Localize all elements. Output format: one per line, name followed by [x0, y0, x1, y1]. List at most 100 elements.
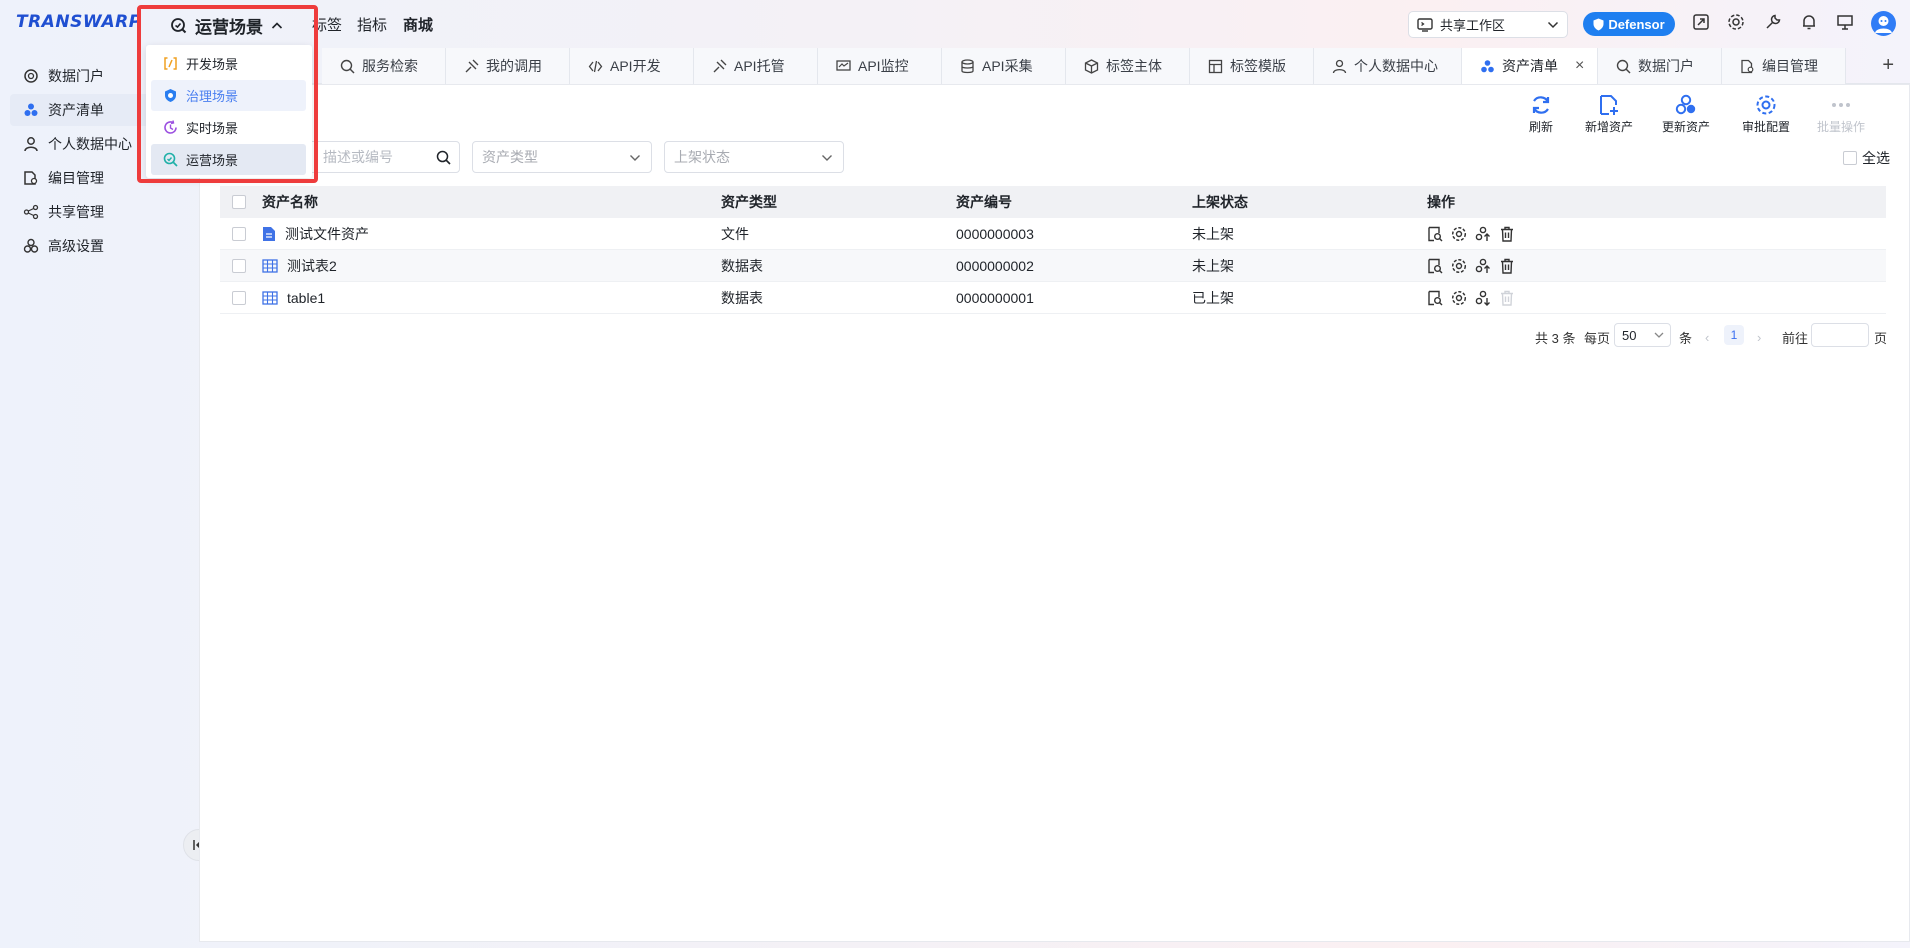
page-suffix: 页	[1874, 330, 1888, 346]
settings-cluster-icon	[23, 238, 39, 254]
listing-status: 未上架	[1192, 226, 1234, 242]
asset-code: 0000000001	[956, 290, 1034, 306]
gear-icon[interactable]	[1451, 226, 1467, 242]
asset-name[interactable]: 测试表2	[287, 256, 337, 276]
avatar[interactable]	[1871, 11, 1896, 36]
monitor-icon	[836, 59, 851, 74]
more-dots-icon	[1830, 94, 1852, 116]
send-icon[interactable]	[1692, 13, 1710, 31]
publish-icon[interactable]	[1475, 258, 1491, 274]
tab-tag-subject[interactable]: 标签主体	[1066, 48, 1190, 84]
asset-icon	[23, 102, 39, 118]
trash-icon[interactable]	[1499, 226, 1515, 242]
sidebar: 数据门户 资产清单 个人数据中心 编目管理 共享管理 高级设置	[0, 48, 215, 948]
tab-catalog[interactable]: 编目管理	[1722, 48, 1846, 84]
listing-status-select[interactable]: 上架状态	[664, 141, 844, 173]
view-detail-icon[interactable]	[1427, 290, 1443, 306]
workspace-label: 共享工作区	[1440, 18, 1506, 33]
publish-icon[interactable]	[1475, 226, 1491, 242]
tab-service-search[interactable]: 服务检索	[322, 48, 446, 84]
gear-icon[interactable]	[1451, 258, 1467, 274]
approval-config-button[interactable]: 审批配置	[1742, 94, 1790, 135]
goto-label: 前往	[1782, 330, 1809, 346]
row-checkbox[interactable]	[232, 291, 246, 305]
checkbox[interactable]	[1843, 151, 1857, 165]
tab-api-monitor[interactable]: API监控	[818, 48, 942, 84]
row-checkbox[interactable]	[232, 259, 246, 273]
refresh-button[interactable]: 刷新	[1529, 94, 1553, 135]
gear-icon	[1755, 94, 1777, 116]
workspace-select[interactable]: 共享工作区	[1408, 11, 1568, 38]
nav-metrics[interactable]: 指标	[357, 14, 387, 35]
table-icon	[262, 291, 278, 305]
gear-icon[interactable]	[1451, 290, 1467, 306]
batch-operation-button[interactable]: 批量操作	[1817, 94, 1865, 135]
header-checkbox[interactable]	[232, 195, 246, 209]
highlight-box	[137, 5, 318, 183]
hosting-icon	[712, 59, 727, 74]
gear-icon[interactable]	[1727, 13, 1745, 31]
trash-disabled-icon	[1499, 290, 1515, 306]
asset-icon	[1480, 59, 1495, 74]
page-size-select[interactable]: 50	[1614, 323, 1671, 347]
table-icon	[262, 259, 278, 273]
pagination-per-page-label: 每页	[1584, 330, 1611, 346]
table-row[interactable]: table1 数据表 0000000001 已上架	[220, 282, 1886, 314]
row-checkbox[interactable]	[232, 227, 246, 241]
asset-type-select[interactable]: 资产类型	[472, 141, 652, 173]
page-number-current[interactable]: 1	[1724, 325, 1744, 345]
trash-icon[interactable]	[1499, 258, 1515, 274]
bell-icon[interactable]	[1800, 13, 1818, 31]
next-page-icon[interactable]: ›	[1757, 324, 1761, 350]
person-icon	[23, 136, 39, 152]
asset-name[interactable]: table1	[287, 290, 325, 306]
chevron-down-icon	[1654, 332, 1664, 339]
view-detail-icon[interactable]	[1427, 226, 1443, 242]
select-all-checkbox[interactable]: 全选	[1843, 148, 1890, 168]
tab-api-collect[interactable]: API采集	[942, 48, 1066, 84]
monitor-icon[interactable]	[1836, 13, 1854, 31]
asset-type: 文件	[721, 226, 749, 242]
table-row[interactable]: 测试文件资产 文件 0000000003 未上架	[220, 218, 1886, 250]
refresh-icon	[1530, 94, 1552, 116]
close-tab-icon[interactable]: ×	[1575, 57, 1584, 75]
cube-icon	[1084, 58, 1099, 74]
catalog-icon	[23, 170, 39, 186]
nav-mall[interactable]: 商城	[403, 14, 433, 35]
view-detail-icon[interactable]	[1427, 258, 1443, 274]
sidebar-item-share[interactable]: 共享管理	[10, 196, 190, 228]
search-input[interactable]: 描述或编号	[300, 141, 460, 173]
transwarp-logo[interactable]: TRANSWARP	[16, 12, 142, 32]
shield-icon	[1593, 18, 1604, 31]
sidebar-item-advanced-settings[interactable]: 高级设置	[10, 230, 190, 262]
add-tab-button[interactable]: +	[1882, 54, 1894, 77]
prev-page-icon[interactable]: ‹	[1705, 324, 1709, 350]
col-asset-name: 资产名称	[262, 194, 318, 210]
tab-api-dev[interactable]: API开发	[570, 48, 694, 84]
tab-personal-center[interactable]: 个人数据中心	[1314, 48, 1462, 84]
update-asset-button[interactable]: 更新资产	[1662, 94, 1710, 135]
goto-page-input[interactable]	[1811, 323, 1869, 347]
unpublish-icon[interactable]	[1475, 290, 1491, 306]
chevron-down-icon	[1547, 21, 1559, 29]
tab-asset-list[interactable]: 资产清单 ×	[1462, 48, 1598, 84]
tab-tag-template[interactable]: 标签模版	[1190, 48, 1314, 84]
wrench-icon[interactable]	[1764, 13, 1782, 31]
search-icon[interactable]	[436, 150, 451, 165]
template-icon	[1208, 59, 1223, 74]
tab-my-calls[interactable]: 我的调用	[446, 48, 570, 84]
defensor-button[interactable]: Defensor	[1583, 12, 1675, 36]
code-icon	[588, 59, 603, 74]
update-cluster-icon	[1675, 94, 1697, 116]
pagination-unit: 条	[1679, 330, 1693, 346]
asset-type: 数据表	[721, 258, 763, 274]
asset-name[interactable]: 测试文件资产	[285, 224, 369, 244]
col-actions: 操作	[1427, 194, 1455, 210]
tab-api-hosting[interactable]: API托管	[694, 48, 818, 84]
tab-data-portal[interactable]: 数据门户	[1598, 48, 1722, 84]
person-icon	[1332, 59, 1347, 74]
col-asset-type: 资产类型	[721, 194, 777, 210]
col-asset-code: 资产编号	[956, 194, 1012, 210]
add-asset-button[interactable]: 新增资产	[1585, 94, 1633, 135]
table-row[interactable]: 测试表2 数据表 0000000002 未上架	[220, 250, 1886, 282]
